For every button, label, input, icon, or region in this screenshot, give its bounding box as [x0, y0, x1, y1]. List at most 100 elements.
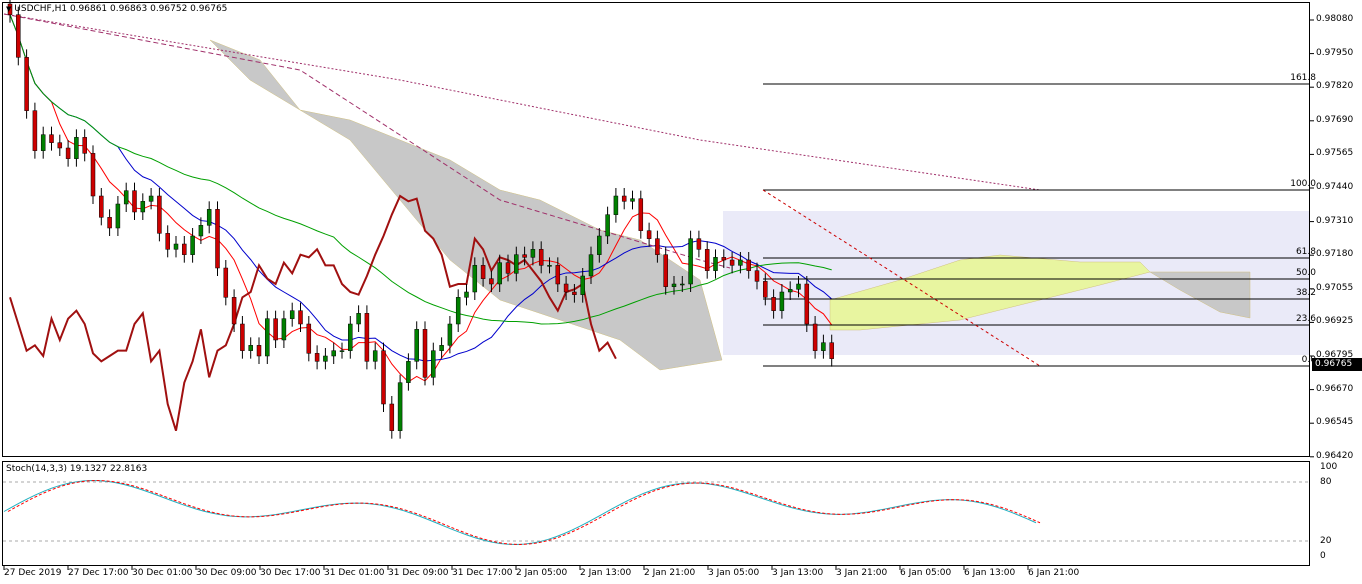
candle-body [464, 291, 469, 298]
candle-body [638, 198, 644, 231]
fib-level-label: 50.0 [1295, 268, 1316, 278]
candle-body [572, 291, 577, 295]
price-tick-label: 0.96545 [1316, 417, 1354, 428]
fib-level-label: 38.2 [1295, 288, 1316, 298]
candle-body [206, 209, 212, 226]
stoch-label: Stoch(14,3,3) 19.1327 22.8163 [6, 464, 148, 474]
candle-body [472, 265, 478, 293]
price-tick-label: 0.96420 [1316, 450, 1354, 461]
time-tick-label: 2 Jan 13:00 [580, 568, 632, 578]
candle-body [289, 310, 295, 319]
time-tick-label: 27 Dec 2019 [4, 568, 62, 578]
time-tick-label: 30 Dec 01:00 [132, 568, 193, 578]
stoch-tick-label: 80 [1320, 477, 1332, 487]
candle-body [597, 235, 602, 255]
time-tick-label: 3 Jan 13:00 [772, 568, 824, 578]
candle-body [397, 382, 403, 431]
candle-body [729, 259, 735, 266]
candle-body [165, 233, 170, 250]
candle-body [613, 195, 619, 215]
candle-body [514, 254, 519, 274]
candle-body [713, 257, 718, 271]
candle-body [746, 259, 751, 271]
fib-level-label: 161.8 [1290, 73, 1316, 83]
candle-body [663, 254, 668, 287]
candle-body [140, 201, 146, 213]
candle-body [621, 195, 627, 202]
time-tick-label: 31 Dec 01:00 [324, 568, 385, 578]
candle-body [32, 110, 38, 151]
candle-body [215, 209, 220, 269]
candle-body [489, 278, 494, 285]
candle-body [738, 259, 743, 266]
candle-body [763, 281, 768, 298]
price-tick-label: 0.96670 [1316, 383, 1354, 394]
price-tick-label: 0.97820 [1316, 81, 1354, 92]
candle-body [265, 318, 270, 357]
candle-body [364, 313, 370, 362]
candle-body [298, 310, 303, 325]
candle-body [323, 355, 328, 362]
candle-body [306, 323, 312, 354]
price-tick-label: 0.97310 [1316, 215, 1354, 226]
candle-body [829, 342, 834, 359]
fib-level-label: 100.0 [1290, 179, 1316, 189]
candle-body [331, 350, 336, 357]
time-tick-label: 3 Jan 05:00 [708, 568, 760, 578]
time-tick-label: 31 Dec 09:00 [388, 568, 449, 578]
candle-body [646, 230, 652, 239]
time-tick-label: 30 Dec 09:00 [196, 568, 257, 578]
candle-body [157, 195, 162, 234]
candle-body [688, 238, 693, 285]
chart-header: ▼ USDCHF,H1 0.96861 0.96863 0.96752 0.96… [6, 4, 227, 14]
time-tick-label: 2 Jan 21:00 [644, 568, 696, 578]
candle-body [796, 283, 801, 290]
candle-body [522, 254, 527, 258]
price-tick-label: 0.97440 [1316, 182, 1354, 192]
candle-body [771, 297, 776, 311]
candle-body [680, 283, 685, 286]
candle-body [99, 195, 104, 218]
candle-body [248, 345, 253, 351]
candle-body [439, 345, 444, 351]
candle-body [704, 249, 710, 271]
candle-body [547, 265, 552, 267]
candle-body [480, 265, 486, 279]
price-chart[interactable] [0, 0, 1362, 584]
candle-body [223, 267, 229, 298]
candle-body [16, 14, 21, 58]
candle-body [605, 214, 610, 237]
candle-body [231, 297, 237, 325]
candle-body [381, 350, 386, 405]
current-price-tag: 0.96765 [1312, 358, 1362, 371]
candle-body [115, 203, 121, 229]
candle-body [414, 329, 419, 362]
fib-level-label: 23.6 [1295, 314, 1316, 324]
candle-body [455, 297, 461, 325]
collapse-triangle-icon[interactable]: ▼ [6, 5, 11, 13]
price-tick-label: 0.96925 [1316, 316, 1354, 327]
candle-body [497, 262, 502, 285]
candle-body [696, 238, 702, 250]
candle-body [530, 249, 536, 258]
symbol-info: USDCHF,H1 0.96861 0.96863 0.96752 0.9676… [14, 4, 228, 14]
candle-body [24, 57, 29, 111]
candle-body [787, 289, 793, 293]
candle-body [804, 283, 810, 325]
candle-body [65, 147, 71, 159]
candle-body [431, 350, 436, 378]
candle-body [754, 270, 760, 282]
price-tick-label: 0.97950 [1316, 47, 1354, 58]
candle-body [74, 137, 79, 159]
candle-body [422, 329, 428, 378]
candle-body [348, 323, 353, 351]
candle-body [190, 235, 195, 255]
candle-body [671, 283, 677, 287]
stoch-tick-label: 0 [1320, 551, 1326, 561]
candle-body [148, 195, 154, 202]
fib-level-label: 61.8 [1295, 247, 1316, 257]
stoch-tick-label: 100 [1320, 462, 1338, 472]
time-tick-label: 31 Dec 17:00 [452, 568, 513, 578]
candle-body [82, 137, 87, 154]
stoch-panel [2, 461, 1310, 566]
